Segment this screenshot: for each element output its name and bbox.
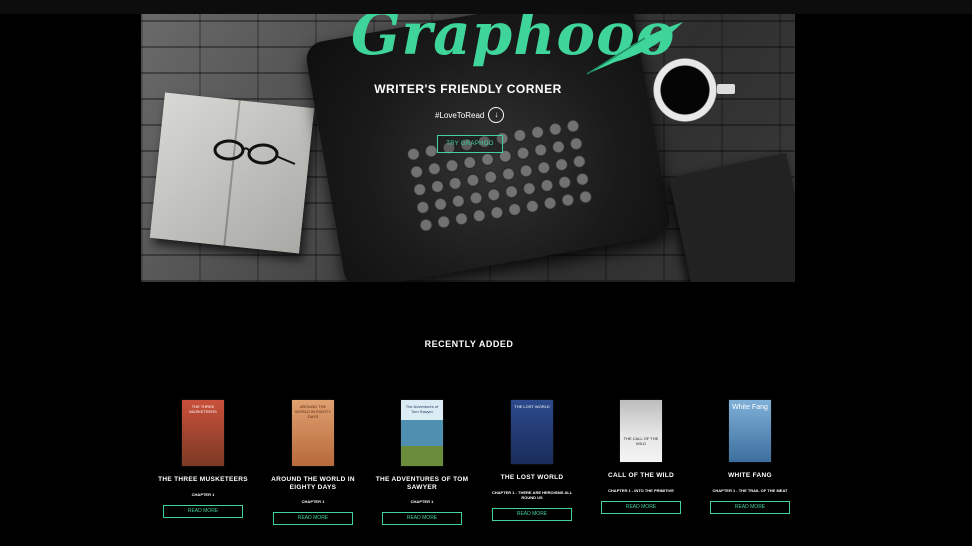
cover-text: White Fang bbox=[732, 404, 768, 411]
book-card: AROUND THE WORLD IN EIGHTY DAYS AROUND T… bbox=[260, 400, 366, 525]
book-chapter: CHAPTER 1 - THERE ARE HEROISMS ALL ROUND… bbox=[491, 489, 573, 500]
book-card: The Adventures of Tom Sawyer THE ADVENTU… bbox=[369, 400, 475, 525]
book-card: THE LOST WORLD THE LOST WORLD CHAPTER 1 … bbox=[479, 400, 585, 521]
top-bar bbox=[0, 0, 972, 14]
read-more-button[interactable]: READ MORE bbox=[492, 507, 572, 521]
typewriter-keys bbox=[403, 115, 596, 236]
try-graphoo-button[interactable]: TRY GRAPHOO bbox=[437, 135, 503, 153]
cover-text: THE LOST WORLD bbox=[514, 404, 550, 409]
book-card: THE THREE MUSKETEERS THE THREE MUSKETEER… bbox=[150, 400, 256, 518]
book-title[interactable]: AROUND THE WORLD IN EIGHTY DAYS bbox=[260, 476, 366, 491]
book-card: White Fang WHITE FANG CHAPTER 1 - THE TR… bbox=[697, 400, 803, 514]
book-cover[interactable]: White Fang bbox=[729, 400, 771, 462]
hero-banner: Graphooo WRITER'S FRIENDLY CORNER #LoveT… bbox=[141, 14, 795, 282]
read-more-button[interactable]: READ MORE bbox=[601, 500, 681, 514]
read-more-button[interactable]: READ MORE bbox=[710, 500, 790, 514]
book-chapter: CHAPTER 1 - INTO THE PRIMITIVE bbox=[608, 487, 674, 493]
book-chapter: CHAPTER 1 - THE TRAIL OF THE MEAT bbox=[712, 487, 788, 493]
cover-text: THE THREE MUSKETEERS bbox=[189, 404, 217, 414]
read-more-button[interactable]: READ MORE bbox=[382, 512, 462, 525]
book-cover[interactable]: The Adventures of Tom Sawyer bbox=[401, 400, 443, 466]
book-title[interactable]: THE LOST WORLD bbox=[479, 474, 585, 482]
book-chapter: CHAPTER 1 bbox=[191, 491, 215, 497]
book-card: THE CALL OF THE WILD CALL OF THE WILD CH… bbox=[588, 400, 694, 514]
book-title[interactable]: THE ADVENTURES OF TOM SAWYER bbox=[369, 476, 475, 491]
chevron-down-icon[interactable]: ↓ bbox=[488, 107, 505, 123]
cover-text: The Adventures of Tom Sawyer bbox=[405, 404, 439, 414]
cover-text: AROUND THE WORLD IN EIGHTY DAYS bbox=[294, 404, 331, 419]
notebook-image bbox=[149, 92, 315, 254]
book-cover[interactable]: THE THREE MUSKETEERS bbox=[182, 400, 224, 466]
read-more-button[interactable]: READ MORE bbox=[163, 504, 243, 518]
book-cover[interactable]: THE LOST WORLD bbox=[511, 400, 553, 464]
recent-books-list: THE THREE MUSKETEERS THE THREE MUSKETEER… bbox=[150, 400, 810, 546]
glasses-icon bbox=[213, 139, 296, 165]
book-chapter: CHAPTER 1 bbox=[301, 499, 325, 504]
read-more-button[interactable]: READ MORE bbox=[273, 512, 353, 525]
hero-headline: WRITER'S FRIENDLY CORNER bbox=[374, 82, 562, 96]
hashtag-row: #LoveToRead ↓ bbox=[435, 107, 505, 123]
book-title[interactable]: THE THREE MUSKETEERS bbox=[150, 476, 256, 484]
book-title[interactable]: CALL OF THE WILD bbox=[588, 472, 694, 480]
recently-added-title: RECENTLY ADDED bbox=[424, 339, 514, 349]
hashtag-text: #LoveToRead bbox=[435, 110, 485, 120]
book-cover[interactable]: AROUND THE WORLD IN EIGHTY DAYS bbox=[292, 400, 334, 466]
book-title[interactable]: WHITE FANG bbox=[697, 472, 803, 480]
dark-book-image bbox=[668, 152, 795, 282]
quill-icon bbox=[586, 22, 683, 75]
book-cover[interactable]: THE CALL OF THE WILD bbox=[620, 400, 662, 462]
book-chapter: CHAPTER 1 bbox=[410, 499, 434, 504]
cover-text: THE CALL OF THE WILD bbox=[623, 436, 659, 446]
